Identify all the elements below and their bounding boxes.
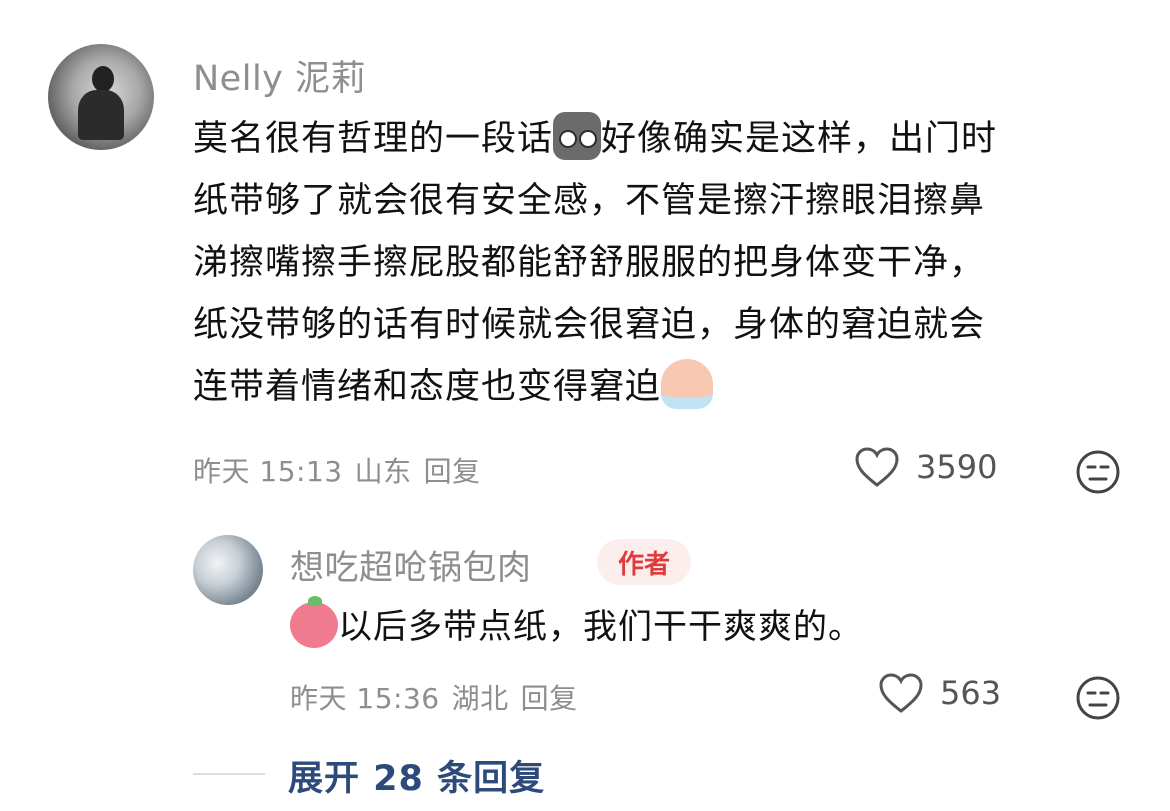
cat-emoji-icon [553, 112, 602, 160]
reply-like-button[interactable]: 563 [878, 672, 1001, 714]
expand-replies-link[interactable]: 展开 28 条回复 [288, 750, 545, 801]
reply-location: 湖北 [451, 682, 509, 715]
reply-text: 以后多带点纸，我们干干爽爽的。 [290, 595, 863, 658]
comment-time: 昨天 15:13 [193, 455, 343, 488]
reply-like-count: 563 [940, 674, 1002, 712]
comment-text: 莫名很有哲理的一段话 好像确实是这样，出门时 纸带够了就会很有安全感，不管是擦汗擦… [193, 108, 1133, 418]
reply-line-text: 以后多带点纸，我们干干爽爽的。 [338, 607, 863, 647]
comment-line-text: 连带着情绪和态度也变得窘迫 [193, 367, 662, 407]
reply-line: 以后多带点纸，我们干干爽爽的。 [290, 595, 863, 658]
like-count: 3590 [916, 448, 998, 486]
reply-user-avatar[interactable] [193, 535, 263, 605]
user-avatar[interactable] [48, 44, 154, 150]
heart-outline-icon [879, 673, 923, 713]
heart-outline-icon [855, 447, 899, 487]
meh-face-icon [1076, 676, 1120, 720]
comment-username[interactable]: Nelly 泥莉 [193, 50, 366, 101]
author-badge: 作者 [597, 539, 691, 585]
comment-line-text: 好像确实是这样，出门时 [601, 119, 998, 159]
comment-line-text: 莫名很有哲理的一段话 [193, 119, 554, 159]
dislike-button[interactable] [1075, 449, 1121, 499]
crying-emoji-icon [661, 359, 714, 409]
comment-meta: 昨天 15:13 山东 回复 [193, 450, 493, 490]
reply-button[interactable]: 回复 [424, 455, 481, 488]
comment-line: 纸没带够的话有时候就会很窘迫，身体的窘迫就会 [193, 305, 986, 345]
like-button[interactable]: 3590 [854, 446, 997, 488]
comment-line: 涕擦嘴擦手擦屁股都能舒舒服服的把身体变干净， [193, 243, 986, 283]
reply-meta: 昨天 15:36 湖北 回复 [290, 677, 590, 717]
meh-face-icon [1076, 450, 1120, 494]
avatar-figure-body [78, 90, 124, 140]
comment-line: 连带着情绪和态度也变得窘迫 [193, 356, 1133, 418]
reply-dislike-button[interactable] [1075, 675, 1121, 725]
reply-username[interactable]: 想吃超呛锅包肉 [290, 540, 532, 589]
reply-time: 昨天 15:36 [290, 682, 440, 715]
expand-divider [193, 773, 265, 775]
comment-line: 纸带够了就会很有安全感，不管是擦汗擦眼泪擦鼻 [193, 181, 986, 221]
pink-mascot-emoji-icon [290, 595, 338, 648]
comment-location: 山东 [354, 455, 412, 488]
reply-reply-button[interactable]: 回复 [521, 682, 578, 715]
avatar-figure-head [92, 66, 114, 92]
comment-line: 莫名很有哲理的一段话 好像确实是这样，出门时 [193, 108, 1133, 170]
